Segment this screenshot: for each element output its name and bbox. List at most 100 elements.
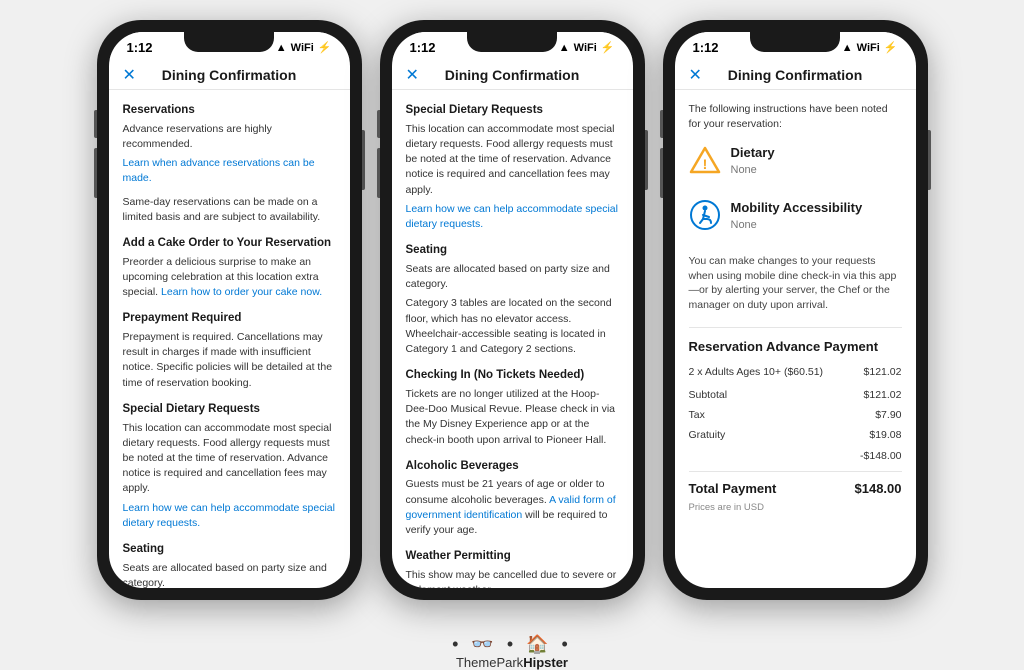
scroll-body-3[interactable]: The following instructions have been not… [675, 90, 916, 588]
subtotal-amount: $121.02 [864, 388, 902, 403]
tax-amount: $7.90 [875, 408, 901, 423]
time-1: 1:12 [127, 40, 153, 55]
section-title-checkin-p2: Checking In (No Tickets Needed) [406, 367, 619, 384]
section-text-cake: Preorder a delicious surprise to make an… [123, 255, 336, 301]
dietary-icon: ! [689, 144, 721, 176]
line-item-amount: $121.02 [864, 365, 902, 380]
gratuity-label: Gratuity [689, 428, 726, 443]
section-title-alcohol: Alcoholic Beverages [406, 458, 619, 475]
time-2: 1:12 [410, 40, 436, 55]
wifi-icon-3: WiFi [857, 42, 880, 54]
section-title-cake: Add a Cake Order to Your Reservation [123, 235, 336, 252]
side-btn-left-2 [377, 110, 380, 138]
link-reservations[interactable]: Learn when advance reservations can be m… [123, 156, 336, 186]
section-title-seating-p1: Seating [123, 541, 336, 558]
section-text-weather: This show may be cancelled due to severe… [406, 568, 619, 588]
side-btn-left2-3 [660, 148, 663, 198]
signal-icon-2: ▲ [559, 42, 570, 54]
battery-icon-2: ⚡ [601, 41, 615, 54]
section-title-prepayment: Prepayment Required [123, 310, 336, 327]
status-icons-1: ▲ WiFi ⚡ [276, 41, 332, 54]
link-dietary-p2[interactable]: Learn how we can help accommodate specia… [406, 202, 619, 232]
mobility-request-item: Mobility Accessibility None [689, 199, 902, 242]
screen-3: 1:12 ▲ WiFi ⚡ ✕ Dining Confirmation The … [675, 32, 916, 588]
wifi-icon-1: WiFi [291, 42, 314, 54]
time-3: 1:12 [693, 40, 719, 55]
section-title-reservations: Reservations [123, 102, 336, 119]
scroll-body-2[interactable]: Special Dietary Requests This location c… [392, 90, 633, 588]
side-btn-left2-1 [94, 148, 97, 198]
status-icons-2: ▲ WiFi ⚡ [559, 41, 615, 54]
phone-1: 1:12 ▲ WiFi ⚡ ✕ Dining Confirmation Rese… [97, 20, 362, 600]
screen-title-1: Dining Confirmation [162, 67, 297, 83]
subtotal-label: Subtotal [689, 388, 728, 403]
total-label: Total Payment [689, 480, 777, 499]
negative-amount: -$148.00 [860, 449, 901, 464]
notch-1 [184, 32, 274, 52]
svg-text:!: ! [702, 156, 707, 172]
gratuity-amount: $19.08 [869, 428, 901, 443]
section-text-reservations-1: Advance reservations are highly recommen… [123, 122, 336, 152]
page-wrapper: 1:12 ▲ WiFi ⚡ ✕ Dining Confirmation Rese… [77, 0, 948, 620]
section-text-reservations-2: Same-day reservations can be made on a l… [123, 195, 336, 225]
mobility-request-info: Mobility Accessibility None [731, 199, 863, 234]
side-btn-left2-2 [377, 148, 380, 198]
tax-row: Tax $7.90 [689, 408, 902, 423]
screen-content-3: ✕ Dining Confirmation The following inst… [675, 59, 916, 588]
mobility-icon [689, 199, 721, 231]
screen-header-3: ✕ Dining Confirmation [675, 59, 916, 90]
link-alcohol[interactable]: A valid form of government identificatio… [406, 494, 616, 521]
watermark-text: ThemeParkHipster [456, 655, 568, 670]
dietary-request-item: ! Dietary None [689, 144, 902, 187]
side-btn-right-2 [645, 130, 648, 190]
scroll-body-1[interactable]: Reservations Advance reservations are hi… [109, 90, 350, 588]
side-btn-right-3 [928, 130, 931, 190]
battery-icon-1: ⚡ [318, 41, 332, 54]
change-note: You can make changes to your requests wh… [689, 254, 902, 313]
section-text-dietary-p2: This location can accommodate most speci… [406, 122, 619, 198]
section-title-dietary-p1: Special Dietary Requests [123, 401, 336, 418]
screen-header-2: ✕ Dining Confirmation [392, 59, 633, 90]
intro-text: The following instructions have been not… [689, 102, 902, 132]
close-button-3[interactable]: ✕ [689, 65, 702, 85]
usd-note: Prices are in USD [689, 501, 902, 515]
mobility-value: None [731, 218, 863, 234]
payment-section-title: Reservation Advance Payment [689, 338, 902, 357]
subtotal-row: Subtotal $121.02 [689, 388, 902, 403]
side-btn-right-1 [362, 130, 365, 190]
section-text-checkin-p2: Tickets are no longer utilized at the Ho… [406, 387, 619, 448]
screen-title-2: Dining Confirmation [445, 67, 580, 83]
section-title-seating-p2: Seating [406, 242, 619, 259]
notch-2 [467, 32, 557, 52]
notch-3 [750, 32, 840, 52]
side-btn-left-3 [660, 110, 663, 138]
divider-payment [689, 327, 902, 328]
screen-content-2: ✕ Dining Confirmation Special Dietary Re… [392, 59, 633, 588]
section-text-prepayment: Prepayment is required. Cancellations ma… [123, 330, 336, 391]
negative-row: -$148.00 [689, 449, 902, 464]
section-text-seating-p1a: Seats are allocated based on party size … [123, 561, 336, 588]
close-button-2[interactable]: ✕ [406, 65, 419, 85]
section-text-alcohol: Guests must be 21 years of age or older … [406, 477, 619, 538]
phone-3: 1:12 ▲ WiFi ⚡ ✕ Dining Confirmation The … [663, 20, 928, 600]
payment-line-item: 2 x Adults Ages 10+ ($60.51) $121.02 [689, 365, 902, 380]
screen-content-1: ✕ Dining Confirmation Reservations Advan… [109, 59, 350, 588]
dietary-request-info: Dietary None [731, 144, 775, 179]
link-cake[interactable]: Learn how to order your cake now. [161, 286, 322, 298]
watermark: • 👓 • 🏠 • ThemeParkHipster [452, 634, 572, 670]
gratuity-row: Gratuity $19.08 [689, 428, 902, 443]
screen-1: 1:12 ▲ WiFi ⚡ ✕ Dining Confirmation Rese… [109, 32, 350, 588]
section-title-dietary-p2: Special Dietary Requests [406, 102, 619, 119]
dietary-value: None [731, 163, 775, 179]
signal-icon-1: ▲ [276, 42, 287, 54]
screen-2: 1:12 ▲ WiFi ⚡ ✕ Dining Confirmation Spec… [392, 32, 633, 588]
link-dietary-p1[interactable]: Learn how we can help accommodate specia… [123, 501, 336, 531]
tax-label: Tax [689, 408, 705, 423]
phone-2: 1:12 ▲ WiFi ⚡ ✕ Dining Confirmation Spec… [380, 20, 645, 600]
section-text-dietary-p1: This location can accommodate most speci… [123, 421, 336, 497]
section-title-weather: Weather Permitting [406, 548, 619, 565]
total-row: Total Payment $148.00 [689, 471, 902, 499]
close-button-1[interactable]: ✕ [123, 65, 136, 85]
section-text-seating-p2b: Category 3 tables are located on the sec… [406, 296, 619, 357]
screen-title-3: Dining Confirmation [728, 67, 863, 83]
